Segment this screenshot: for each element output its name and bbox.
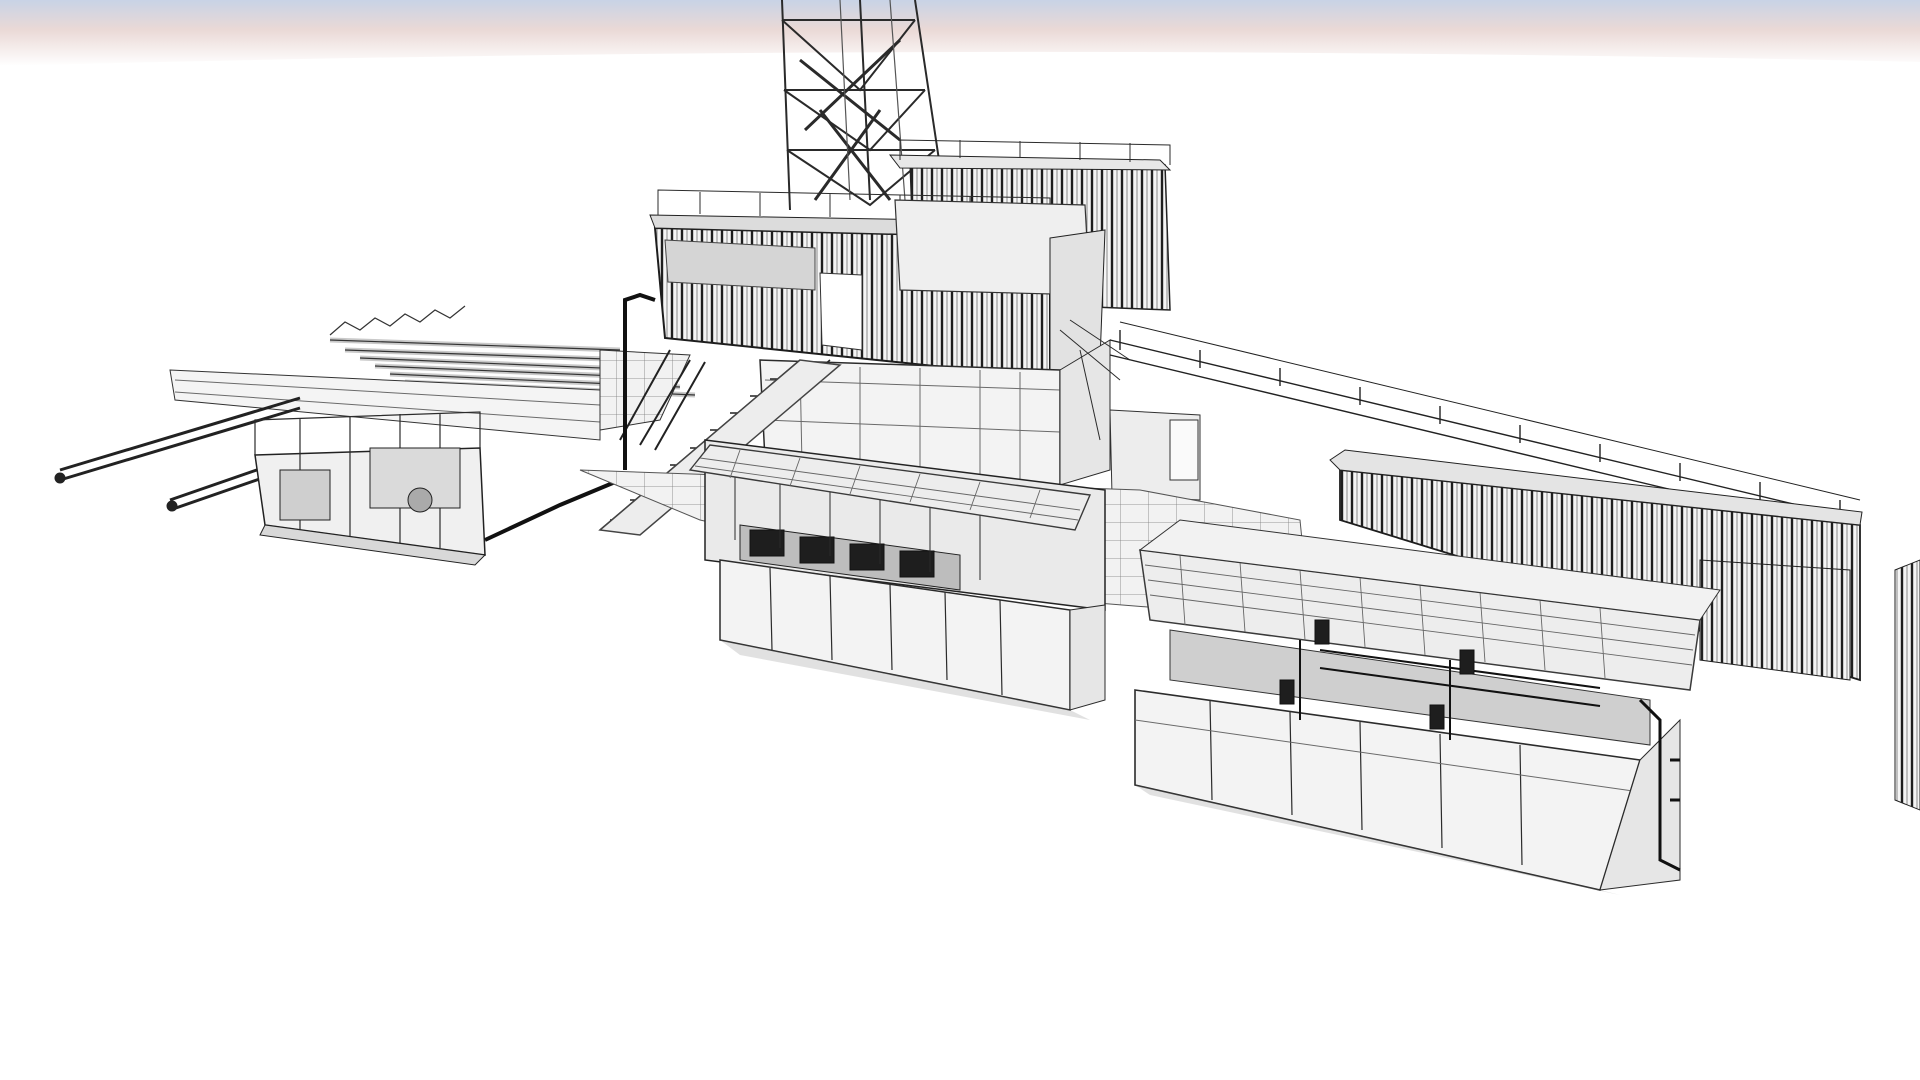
sky-band <box>0 0 1920 66</box>
drilling-rig-render <box>0 0 1920 895</box>
edge-module <box>1894 559 1920 811</box>
upper-front-container <box>649 189 1106 380</box>
